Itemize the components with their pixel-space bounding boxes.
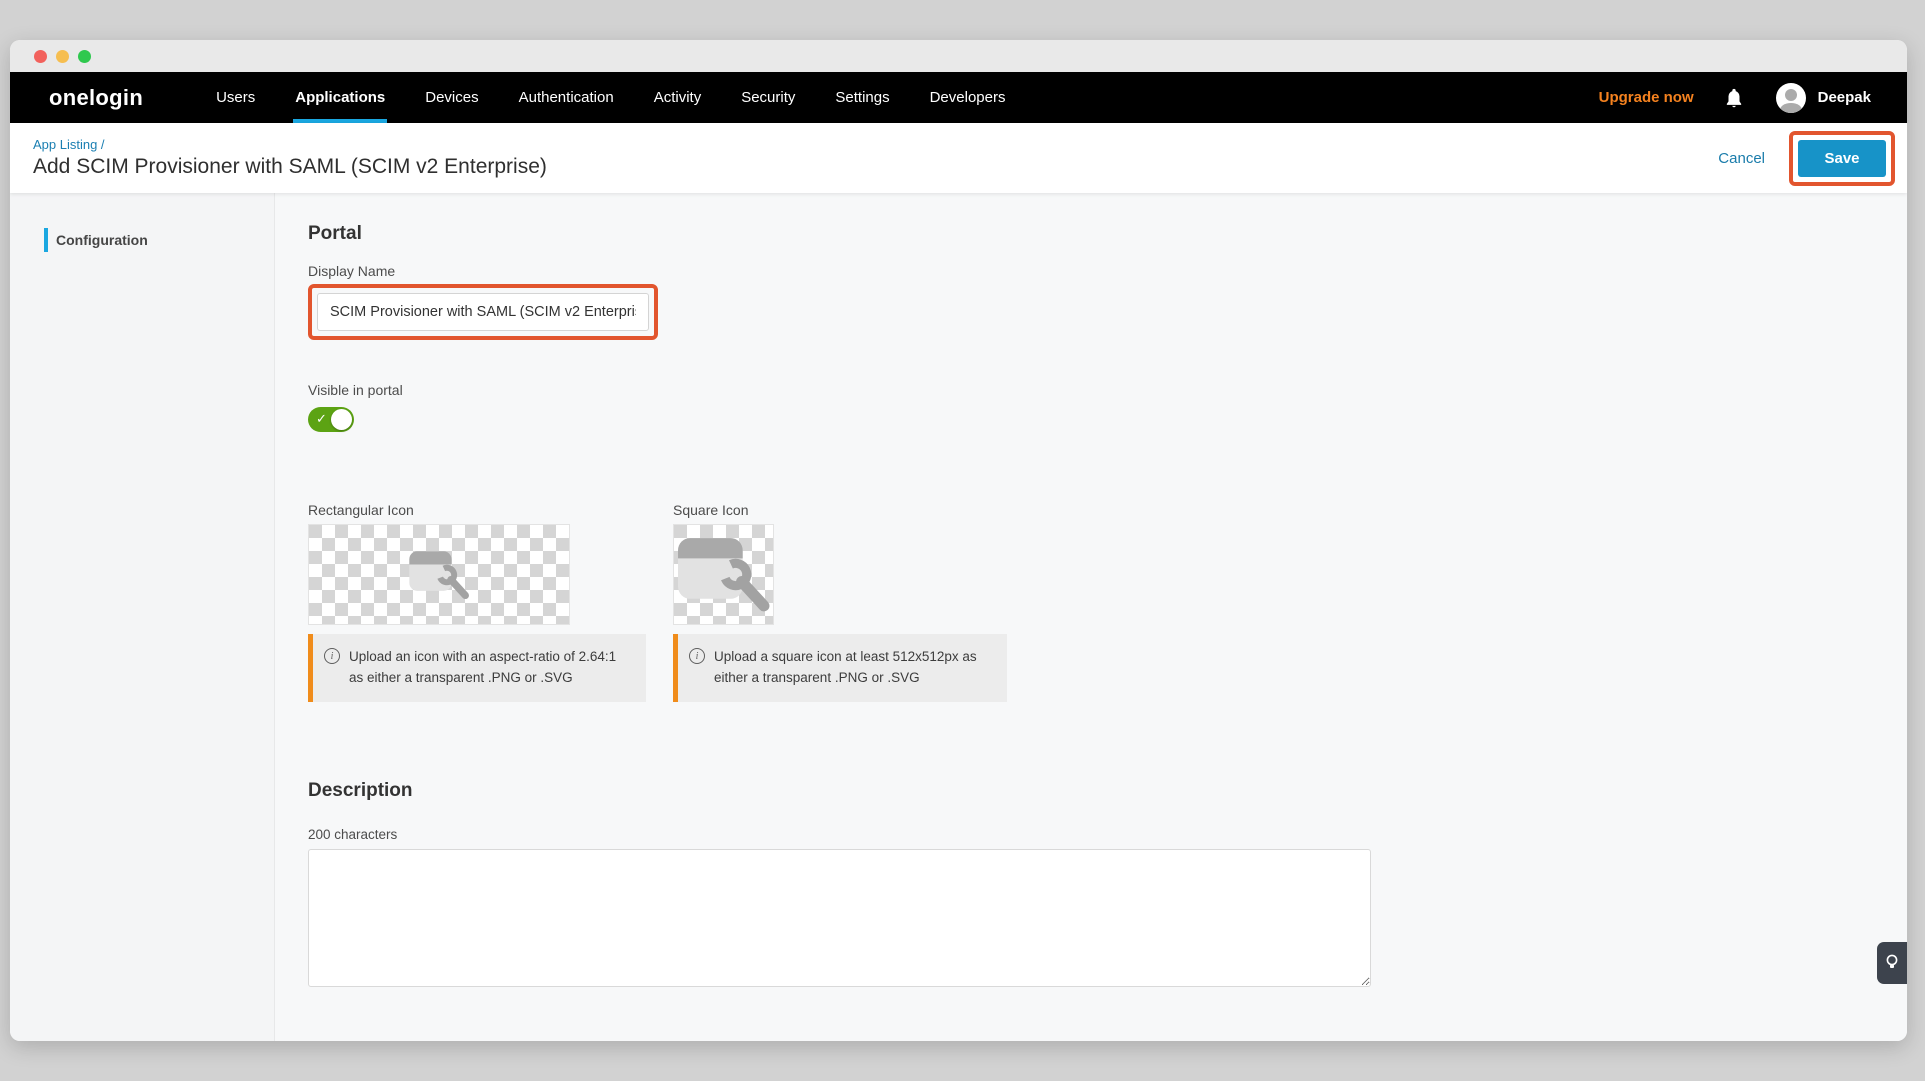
display-name-input[interactable] bbox=[317, 293, 649, 331]
square-icon-label: Square Icon bbox=[673, 502, 1007, 518]
breadcrumb[interactable]: App Listing / bbox=[33, 137, 547, 152]
toggle-knob bbox=[331, 409, 352, 430]
user-name: Deepak bbox=[1818, 89, 1871, 106]
nav-item-label: Authentication bbox=[519, 89, 614, 106]
nav-item-label: Activity bbox=[654, 89, 702, 106]
info-icon: i bbox=[689, 648, 705, 664]
nav-item-devices[interactable]: Devices bbox=[405, 72, 498, 123]
display-name-highlight-annotation bbox=[308, 284, 658, 340]
rectangular-icon-info-note: i Upload an icon with an aspect-ratio of… bbox=[308, 634, 646, 702]
main-content: Portal Display Name Visible in portal ✓ … bbox=[275, 193, 1907, 1041]
rectangular-icon-info-text: Upload an icon with an aspect-ratio of 2… bbox=[349, 647, 632, 689]
nav-item-security[interactable]: Security bbox=[721, 72, 815, 123]
nav-item-applications[interactable]: Applications bbox=[275, 72, 405, 123]
nav-item-developers[interactable]: Developers bbox=[910, 72, 1026, 123]
toggle-check-icon: ✓ bbox=[316, 411, 327, 427]
page-title: Add SCIM Provisioner with SAML (SCIM v2 … bbox=[33, 155, 547, 179]
nav-item-label: Settings bbox=[835, 89, 889, 106]
navbar-right: Upgrade now Deepak bbox=[1599, 72, 1871, 123]
sidebar-item-label: Configuration bbox=[56, 232, 148, 248]
save-button-highlight-annotation: Save bbox=[1789, 131, 1895, 186]
onelogin-logo[interactable]: onelogin bbox=[49, 85, 143, 111]
page-body: Configuration Portal Display Name Visibl… bbox=[10, 193, 1907, 1041]
visible-in-portal-label: Visible in portal bbox=[308, 382, 1907, 398]
browser-window: onelogin Users Applications Devices Auth… bbox=[10, 40, 1907, 1041]
upgrade-now-link[interactable]: Upgrade now bbox=[1599, 89, 1694, 106]
window-titlebar bbox=[10, 40, 1907, 72]
page-header-titles: App Listing / Add SCIM Provisioner with … bbox=[33, 137, 547, 179]
sidebar-item-configuration[interactable]: Configuration bbox=[10, 227, 274, 253]
page-header-actions: Cancel Save bbox=[1718, 131, 1895, 186]
zoom-window-button[interactable] bbox=[78, 50, 91, 63]
save-button[interactable]: Save bbox=[1798, 140, 1886, 177]
rectangular-icon-column: Rectangular Icon i Upload an icon w bbox=[308, 502, 646, 702]
square-icon-info-note: i Upload a square icon at least 512x512p… bbox=[673, 634, 1007, 702]
help-lightbulb-tab[interactable] bbox=[1877, 942, 1907, 984]
rectangular-icon-dropzone[interactable] bbox=[308, 524, 570, 625]
nav-item-users[interactable]: Users bbox=[196, 72, 275, 123]
avatar-body-shape bbox=[1780, 103, 1802, 113]
display-name-label: Display Name bbox=[308, 263, 1907, 279]
user-avatar[interactable] bbox=[1776, 83, 1806, 113]
avatar-head-shape bbox=[1785, 89, 1797, 101]
minimize-window-button[interactable] bbox=[56, 50, 69, 63]
top-navbar: onelogin Users Applications Devices Auth… bbox=[10, 72, 1907, 123]
description-textarea[interactable] bbox=[308, 849, 1371, 987]
page-header: App Listing / Add SCIM Provisioner with … bbox=[10, 123, 1907, 193]
primary-nav: Users Applications Devices Authenticatio… bbox=[196, 72, 1025, 123]
visible-in-portal-toggle[interactable]: ✓ bbox=[308, 407, 354, 432]
portal-section-heading: Portal bbox=[308, 223, 1907, 245]
notifications-bell-icon[interactable] bbox=[1724, 86, 1746, 110]
description-character-count: 200 characters bbox=[308, 827, 1907, 842]
icon-upload-row: Rectangular Icon i Upload an icon w bbox=[308, 502, 1907, 702]
description-section-heading: Description bbox=[308, 780, 1907, 802]
app-window-wrench-icon bbox=[675, 530, 772, 619]
rectangular-icon-label: Rectangular Icon bbox=[308, 502, 646, 518]
nav-item-label: Applications bbox=[295, 89, 385, 106]
square-icon-info-text: Upload a square icon at least 512x512px … bbox=[714, 647, 993, 689]
nav-item-activity[interactable]: Activity bbox=[634, 72, 722, 123]
nav-item-settings[interactable]: Settings bbox=[815, 72, 909, 123]
square-icon-dropzone[interactable] bbox=[673, 524, 774, 625]
app-window-wrench-icon bbox=[407, 546, 471, 604]
cancel-button[interactable]: Cancel bbox=[1718, 150, 1765, 167]
nav-item-label: Devices bbox=[425, 89, 478, 106]
nav-item-label: Developers bbox=[930, 89, 1006, 106]
nav-item-authentication[interactable]: Authentication bbox=[499, 72, 634, 123]
nav-item-label: Users bbox=[216, 89, 255, 106]
close-window-button[interactable] bbox=[34, 50, 47, 63]
lightbulb-icon bbox=[1885, 953, 1899, 973]
left-sidebar: Configuration bbox=[10, 193, 275, 1041]
square-icon-column: Square Icon i Upload a square icon bbox=[673, 502, 1007, 702]
nav-item-label: Security bbox=[741, 89, 795, 106]
info-icon: i bbox=[324, 648, 340, 664]
